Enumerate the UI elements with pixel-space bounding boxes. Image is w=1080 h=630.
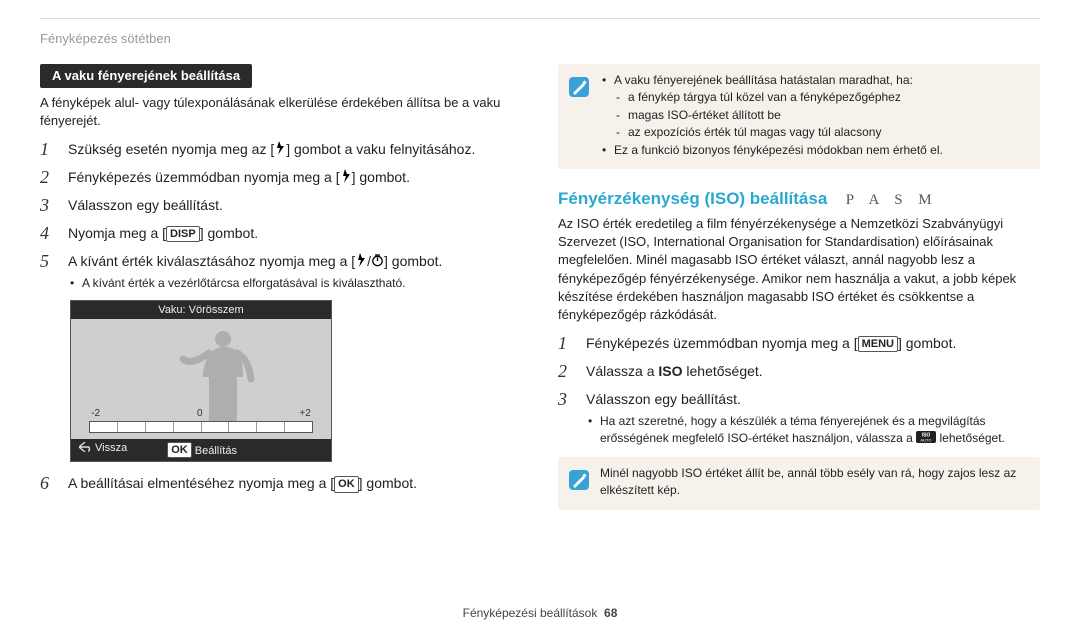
sub-bullet: A kívánt érték a vezérlőtárcsa elforgatá…	[68, 275, 522, 292]
right-step-3: 3 Válasszon egy beállítást. Ha azt szere…	[558, 390, 1040, 447]
step-text: Válasszon egy beállítást.	[68, 196, 522, 216]
silhouette	[179, 329, 259, 429]
lcd-back: Vissza	[79, 442, 127, 458]
step-text: Fényképezés üzemmódban nyomja meg a [	[586, 335, 858, 351]
flash-icon	[340, 169, 352, 183]
sub-bullet: Ha azt szeretné, hogy a készülék a téma …	[586, 413, 1040, 447]
note-box-iso: Minél nagyobb ISO értéket állít be, anná…	[558, 457, 1040, 510]
footer-text: Fényképezési beállítások	[463, 606, 598, 620]
left-step-3: 3 Válasszon egy beállítást.	[40, 196, 522, 216]
right-steps: 1 Fényképezés üzemmódban nyomja meg a [M…	[558, 334, 1040, 447]
step-number: 2	[40, 168, 56, 188]
menu-key: MENU	[858, 336, 898, 352]
mode-letters: P A S M	[846, 192, 938, 208]
left-step-6: 6 A beállításai elmentéséhez nyomja meg …	[40, 474, 522, 494]
running-head: Fényképezés sötétben	[40, 31, 1040, 46]
step-number: 5	[40, 252, 56, 272]
intro-text: A fényképek alul- vagy túlexponálásának …	[40, 94, 522, 130]
step-number: 2	[558, 362, 574, 382]
left-column: A vaku fényerejének beállítása A fénykép…	[40, 64, 522, 530]
iso-section-title: Fényérzékenység (ISO) beállítása	[558, 189, 827, 208]
scale-min: -2	[91, 408, 100, 419]
lcd-title: Vaku: Vörösszem	[71, 301, 331, 319]
lcd-set: OK Beállítás	[167, 442, 237, 458]
note-body: Minél nagyobb ISO értéket állít be, anná…	[600, 465, 1028, 500]
step-text: A beállításai elmentéséhez nyomja meg a …	[68, 475, 334, 491]
step-text: Fényképezés üzemmódban nyomja meg a [	[68, 169, 340, 185]
step-text: A kívánt érték kiválasztásához nyomja me…	[68, 253, 355, 269]
step-text: Válassza a	[586, 363, 658, 379]
step-text: Nyomja meg a [	[68, 225, 166, 241]
iso-auto-icon: ISOAUTO	[916, 431, 936, 443]
note-icon	[568, 469, 590, 500]
note-box-flash: A vaku fényerejének beállítása hatástala…	[558, 64, 1040, 169]
disp-key: DISP	[166, 226, 200, 242]
back-arrow-icon	[79, 442, 91, 455]
right-step-2: 2 Válassza a ISO lehetőséget.	[558, 362, 1040, 382]
step-text: Válasszon egy beállítást.	[586, 391, 741, 407]
right-step-1: 1 Fényképezés üzemmódban nyomja meg a [M…	[558, 334, 1040, 354]
lcd-preview: Vaku: Vörösszem -2 0 +2	[70, 300, 332, 462]
timer-icon	[371, 253, 384, 267]
note-body: A vaku fényerejének beállítása hatástala…	[600, 72, 1028, 159]
page-number: 68	[604, 606, 617, 620]
step-number: 1	[558, 334, 574, 354]
step-number: 3	[40, 196, 56, 216]
left-steps-cont: 6 A beállításai elmentéséhez nyomja meg …	[40, 474, 522, 494]
svg-text:AUTO: AUTO	[921, 438, 932, 443]
flash-icon	[355, 253, 367, 267]
step-number: 3	[558, 390, 574, 410]
left-step-2: 2 Fényképezés üzemmódban nyomja meg a []…	[40, 168, 522, 188]
ok-key: OK	[167, 442, 192, 458]
subhead-flash-intensity: A vaku fényerejének beállítása	[40, 64, 252, 88]
scale-max: +2	[299, 408, 310, 419]
footer: Fényképezési beállítások 68	[0, 606, 1080, 620]
ok-key: OK	[334, 476, 359, 492]
right-column: A vaku fényerejének beállítása hatástala…	[558, 64, 1040, 530]
flash-icon	[274, 141, 286, 155]
left-steps: 1 Szükség esetén nyomja meg az [] gombot…	[40, 140, 522, 292]
iso-bold: ISO	[658, 363, 682, 379]
iso-intro-text: Az ISO érték eredetileg a film fényérzék…	[558, 215, 1040, 324]
step-number: 4	[40, 224, 56, 244]
left-step-5: 5 A kívánt érték kiválasztásához nyomja …	[40, 252, 522, 292]
step-text: Szükség esetén nyomja meg az [	[68, 141, 274, 157]
step-number: 6	[40, 474, 56, 494]
step-number: 1	[40, 140, 56, 160]
note-icon	[568, 76, 590, 159]
left-step-1: 1 Szükség esetén nyomja meg az [] gombot…	[40, 140, 522, 160]
left-step-4: 4 Nyomja meg a [DISP] gombot.	[40, 224, 522, 244]
